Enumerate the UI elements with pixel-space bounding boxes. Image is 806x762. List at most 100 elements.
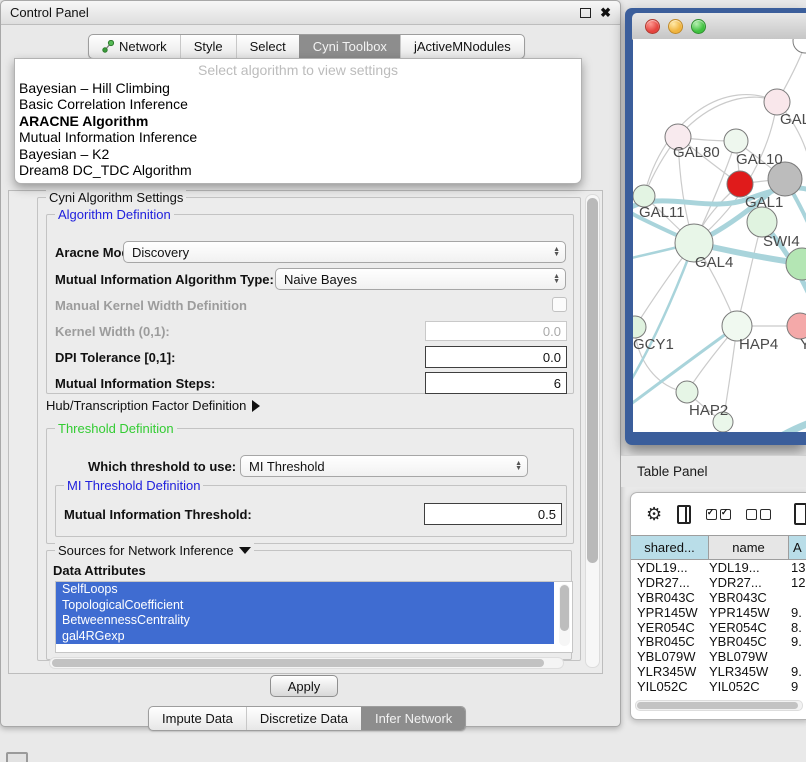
screen: Control Panel ✖ Network Style Select Cyni T… [0,0,806,762]
data-attributes-label: Data Attributes [53,563,146,578]
network-edge[interactable] [737,222,762,326]
data-attributes-list[interactable]: SelfLoopsTopologicalCoefficientBetweenne… [55,581,573,653]
table-row[interactable]: YDL19...YDL19...13 [631,560,806,575]
algorithm-dropdown-placeholder: Select algorithm to view settings [15,59,581,80]
table-row[interactable]: YBR043CYBR043C [631,590,806,605]
tab-label: Select [250,39,286,54]
expander-right-arrow-icon [252,400,260,412]
tab-network[interactable]: Network [89,35,180,58]
table-row[interactable]: YER054CYER054C8. [631,620,806,635]
tab-impute-data[interactable]: Impute Data [149,707,246,730]
tab-style[interactable]: Style [180,35,236,58]
close-icon[interactable]: ✖ [600,6,611,19]
mi-algorithm-type-combo[interactable]: Naive Bayes ▲▼ [275,268,566,290]
column-header[interactable]: name [709,536,789,559]
table-cell: YER054C [631,620,709,635]
mi-steps-value: 6 [554,376,561,391]
table-cell: YBR043C [709,590,789,605]
tab-discretize-data[interactable]: Discretize Data [246,707,361,730]
column-header[interactable]: A [789,536,806,559]
tab-jactivemnodules[interactable]: jActiveMNodules [400,35,524,58]
tab-label: Impute Data [162,711,233,726]
algorithm-option[interactable]: Mutual Information Inference [15,129,581,145]
network-window-titlebar[interactable] [632,13,806,40]
kernel-width-field[interactable]: 0.0 [425,321,567,341]
network-graph: GAL7GAL80GAL10GAL1GAL11SWI4GAL4GCY1HAP4Y… [633,39,806,432]
manual-kernel-width-checkbox[interactable] [552,297,567,312]
table-row[interactable]: YBR045CYBR045C9. [631,634,806,649]
network-node[interactable] [633,316,646,338]
table-cell: 9 [789,679,806,694]
restore-icon[interactable] [580,8,591,18]
minimized-window-icon[interactable] [6,752,28,762]
table-cell: 12 [789,575,806,590]
table-panel-header: Table Panel [621,455,806,487]
dpi-tolerance-label: DPI Tolerance [0,1]: [55,350,175,365]
table-cell: YLR345W [631,664,709,679]
column-header[interactable]: shared... [631,536,709,559]
table-row[interactable]: YLR345WYLR345W9. [631,664,806,679]
checked-boxes-icon[interactable] [706,509,731,520]
tab-select[interactable]: Select [236,35,299,58]
unchecked-boxes-icon[interactable] [746,509,771,520]
which-threshold-combo[interactable]: MI Threshold ▲▼ [240,455,528,477]
table-horizontal-scrollbar[interactable] [635,700,803,711]
table-row[interactable]: YIL052CYIL052C9 [631,679,806,694]
close-traffic-light-icon[interactable] [645,19,660,34]
aracne-mode-combo[interactable]: Discovery ▲▼ [123,241,566,263]
table-toolbar: ⚙ [631,493,806,535]
mi-steps-label: Mutual Information Steps: [55,376,215,391]
network-node[interactable] [676,381,698,403]
network-canvas[interactable]: GAL7GAL80GAL10GAL1GAL11SWI4GAL4GCY1HAP4Y… [633,39,806,432]
algorithm-option[interactable]: Basic Correlation Inference [15,96,581,112]
table-row[interactable]: YPR145WYPR145W9. [631,605,806,620]
algorithm-option[interactable]: Bayesian – K2 [15,146,581,162]
table-panel-title: Table Panel [637,464,708,479]
cyni-settings-scrollpane: Cyni Algorithm Settings Algorithm Defini… [8,190,603,674]
stepper-arrows-icon: ▲▼ [553,247,560,257]
minimize-traffic-light-icon[interactable] [668,19,683,34]
attribute-item[interactable]: BetweennessCentrality [56,613,554,629]
table-cell: YBR045C [709,634,789,649]
tab-cyni-toolbox[interactable]: Cyni Toolbox [299,35,400,58]
attribute-item[interactable]: gal4RGexp [56,629,554,645]
kernel-width-label: Kernel Width (0,1): [55,324,170,339]
algorithm-option[interactable]: Bayesian – Hill Climbing [15,80,581,96]
algorithm-option[interactable]: ARACNE Algorithm [15,113,581,129]
dpi-tolerance-field[interactable]: 0.0 [425,346,567,368]
sources-title[interactable]: Sources for Network Inference [55,543,254,558]
columns-icon[interactable] [677,505,691,524]
algorithm-dropdown: Select algorithm to view settings Bayesi… [14,58,582,184]
network-edge-thick[interactable] [729,421,806,432]
settings-horizontal-scrollbar[interactable] [49,657,564,669]
attribute-item[interactable]: TopologicalCoefficient [56,598,554,614]
tab-label: Style [194,39,223,54]
mi-steps-field[interactable]: 6 [425,372,567,394]
node-label: HAP4 [739,336,778,353]
node-label: Y [800,336,806,353]
hub-transcription-factor-expander[interactable]: Hub/Transcription Factor Definition [46,398,260,413]
tab-label: jActiveMNodules [414,39,511,54]
tab-infer-network[interactable]: Infer Network [361,707,465,730]
dpi-tolerance-value: 0.0 [543,350,561,365]
document-icon[interactable] [794,503,806,525]
node-label: GAL4 [695,254,733,271]
network-node[interactable] [724,129,748,153]
control-panel-titlebar[interactable]: Control Panel ✖ [1,1,620,25]
node-label: HAP2 [689,402,728,419]
table-row[interactable]: YDR27...YDR27...12 [631,575,806,590]
table-row[interactable]: YBL079WYBL079W [631,649,806,664]
gear-icon[interactable]: ⚙ [646,505,662,523]
network-view-window: GAL7GAL80GAL10GAL1GAL11SWI4GAL4GCY1HAP4Y… [625,8,806,445]
algorithm-option[interactable]: Dream8 DC_TDC Algorithm [15,162,581,178]
algorithm-definition-group: Algorithm Definition Aracne Mode: Discov… [46,214,574,394]
zoom-traffic-light-icon[interactable] [691,19,706,34]
settings-vertical-scrollbar[interactable] [585,194,600,668]
mi-threshold-field[interactable]: 0.5 [424,503,562,525]
network-node[interactable] [793,39,806,53]
apply-button[interactable]: Apply [270,675,338,697]
attribute-item[interactable]: SelfLoops [56,582,554,598]
network-edge[interactable] [678,97,777,137]
node-label: GAL11 [639,204,685,221]
list-scrollbar[interactable] [559,584,570,646]
